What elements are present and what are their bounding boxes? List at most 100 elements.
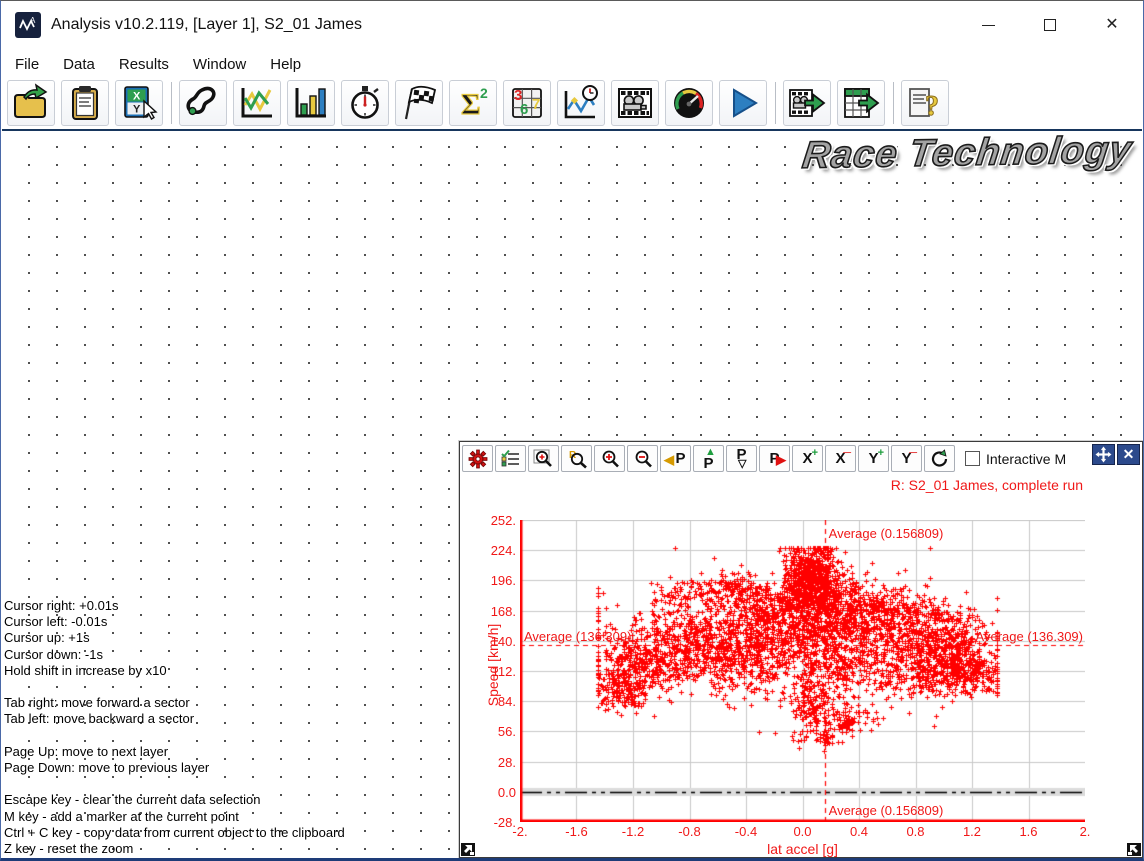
minus-icon: ─ xyxy=(909,448,917,459)
zoom-window-button[interactable] xyxy=(528,445,559,472)
export-table-button[interactable] xyxy=(837,80,885,126)
video-button[interactable] xyxy=(611,80,659,126)
menu-item-file[interactable]: File xyxy=(3,52,51,77)
svg-text:A: A xyxy=(30,16,36,25)
options-checklist-button[interactable] xyxy=(495,445,526,472)
settings-gear-button[interactable] xyxy=(462,445,493,472)
video-icon xyxy=(615,83,655,123)
svg-text:7: 7 xyxy=(532,96,540,113)
y-tick-label: 112. xyxy=(460,664,516,679)
scatter-plot-window: R ◀ P xyxy=(459,441,1143,858)
data-values-button[interactable]: X Y xyxy=(115,80,163,126)
plot-area[interactable] xyxy=(520,520,1085,822)
export-video-icon xyxy=(787,83,827,123)
help-button[interactable]: ? xyxy=(901,80,949,126)
y-tick-label: 28. xyxy=(460,755,516,770)
zoom-reset-button[interactable]: R xyxy=(561,445,592,472)
sector-up-button[interactable]: ▲ P xyxy=(693,445,724,472)
move-arrows-icon xyxy=(1095,446,1112,463)
interactive-mode-checkbox[interactable] xyxy=(965,451,980,466)
minimize-button[interactable] xyxy=(957,1,1019,49)
gear-icon xyxy=(468,449,488,469)
x-tick-label: 1.2 xyxy=(950,824,994,839)
y-tick-label: 140. xyxy=(460,634,516,649)
zoom-out-icon xyxy=(632,449,654,469)
x-scale-plus-button[interactable]: X + xyxy=(792,445,823,472)
play-button[interactable] xyxy=(719,80,767,126)
xy-graph-icon xyxy=(237,83,277,123)
plot-legend: R: S2_01 James, complete run xyxy=(891,477,1083,493)
svg-text:2: 2 xyxy=(480,85,488,101)
finish-flag-icon xyxy=(399,83,439,123)
help-document-icon: ? xyxy=(905,83,945,123)
y-tick-label: 0.0 xyxy=(460,785,516,800)
zoom-window-icon xyxy=(533,449,555,469)
stopwatch-button[interactable] xyxy=(341,80,389,126)
y-tick-label: 196. xyxy=(460,573,516,588)
waveform-icon: A xyxy=(18,15,38,35)
y-tick-label: 56. xyxy=(460,724,516,739)
y-scale-plus-button[interactable]: Y + xyxy=(858,445,889,472)
resize-grip-right[interactable] xyxy=(1127,843,1141,856)
svg-text:X: X xyxy=(133,91,141,103)
y-tick-label: 252. xyxy=(460,513,516,528)
up-arrow-icon: ▲ xyxy=(705,447,716,458)
data-values-xy-icon: X Y xyxy=(119,83,159,123)
lap-times-button[interactable]: 3 6 7 xyxy=(503,80,551,126)
svg-text:Σ: Σ xyxy=(461,88,481,121)
y-tick-label: 168. xyxy=(460,604,516,619)
track-map-button[interactable] xyxy=(179,80,227,126)
dashboard-button[interactable] xyxy=(665,80,713,126)
lap-times-grid-icon: 3 6 7 xyxy=(507,83,547,123)
summary-statistics-icon: Σ 2 xyxy=(453,83,493,123)
x-axis-label: lat accel [g] xyxy=(520,841,1085,857)
race-technology-logo: Race Technology xyxy=(800,129,1134,178)
minus-icon: ─ xyxy=(843,448,851,459)
time-graph-button[interactable] xyxy=(557,80,605,126)
average-y-label-right: Average (136.309) xyxy=(976,629,1083,644)
x-scale-minus-button[interactable]: X ─ xyxy=(825,445,856,472)
sector-letter: P xyxy=(675,451,685,466)
x-tick-label: -2. xyxy=(498,824,542,839)
menu-item-data[interactable]: Data xyxy=(51,52,107,77)
window-controls: ✕ xyxy=(957,1,1143,49)
menu-item-window[interactable]: Window xyxy=(181,52,258,77)
plot-close-button[interactable]: ✕ xyxy=(1117,444,1140,465)
maximize-button[interactable] xyxy=(1019,1,1081,49)
sector-down-button[interactable]: P ▽ xyxy=(726,445,757,472)
interactive-mode-label: Interactive M xyxy=(986,451,1066,467)
svg-text:?: ? xyxy=(925,91,939,122)
export-video-button[interactable] xyxy=(783,80,831,126)
report-button[interactable] xyxy=(61,80,109,126)
maximize-icon xyxy=(1044,19,1056,31)
report-clipboard-icon xyxy=(65,83,105,123)
bar-chart-button[interactable] xyxy=(287,80,335,126)
summary-statistics-button[interactable]: Σ 2 xyxy=(449,80,497,126)
window-move-button[interactable] xyxy=(1092,444,1115,465)
y-tick-label: 84. xyxy=(460,694,516,709)
zoom-out-button[interactable] xyxy=(627,445,658,472)
menu-item-help[interactable]: Help xyxy=(258,52,313,77)
checklist-icon xyxy=(501,449,521,469)
zoom-in-button[interactable] xyxy=(594,445,625,472)
svg-text:6: 6 xyxy=(520,101,528,118)
x-tick-label: 0.4 xyxy=(837,824,881,839)
sector-next-button[interactable]: P ▶ xyxy=(759,445,790,472)
app-icon: A xyxy=(15,12,41,38)
toolbar-separator xyxy=(893,82,894,124)
stopwatch-icon xyxy=(345,83,385,123)
close-icon: ✕ xyxy=(1123,446,1135,463)
y-scale-minus-button[interactable]: Y ─ xyxy=(891,445,922,472)
xy-graph-button[interactable] xyxy=(233,80,281,126)
open-file-button[interactable] xyxy=(7,80,55,126)
reset-view-button[interactable] xyxy=(924,445,955,472)
resize-arrow-icon xyxy=(1127,843,1141,856)
plus-icon: + xyxy=(878,448,884,459)
menu-item-results[interactable]: Results xyxy=(107,52,181,77)
sector-previous-button[interactable]: ◀ P xyxy=(660,445,691,472)
resize-grip-left[interactable] xyxy=(461,843,475,856)
close-button[interactable]: ✕ xyxy=(1081,1,1143,49)
down-arrow-icon: ▽ xyxy=(738,459,746,470)
toolbar-separator xyxy=(171,82,172,124)
finish-flag-button[interactable] xyxy=(395,80,443,126)
